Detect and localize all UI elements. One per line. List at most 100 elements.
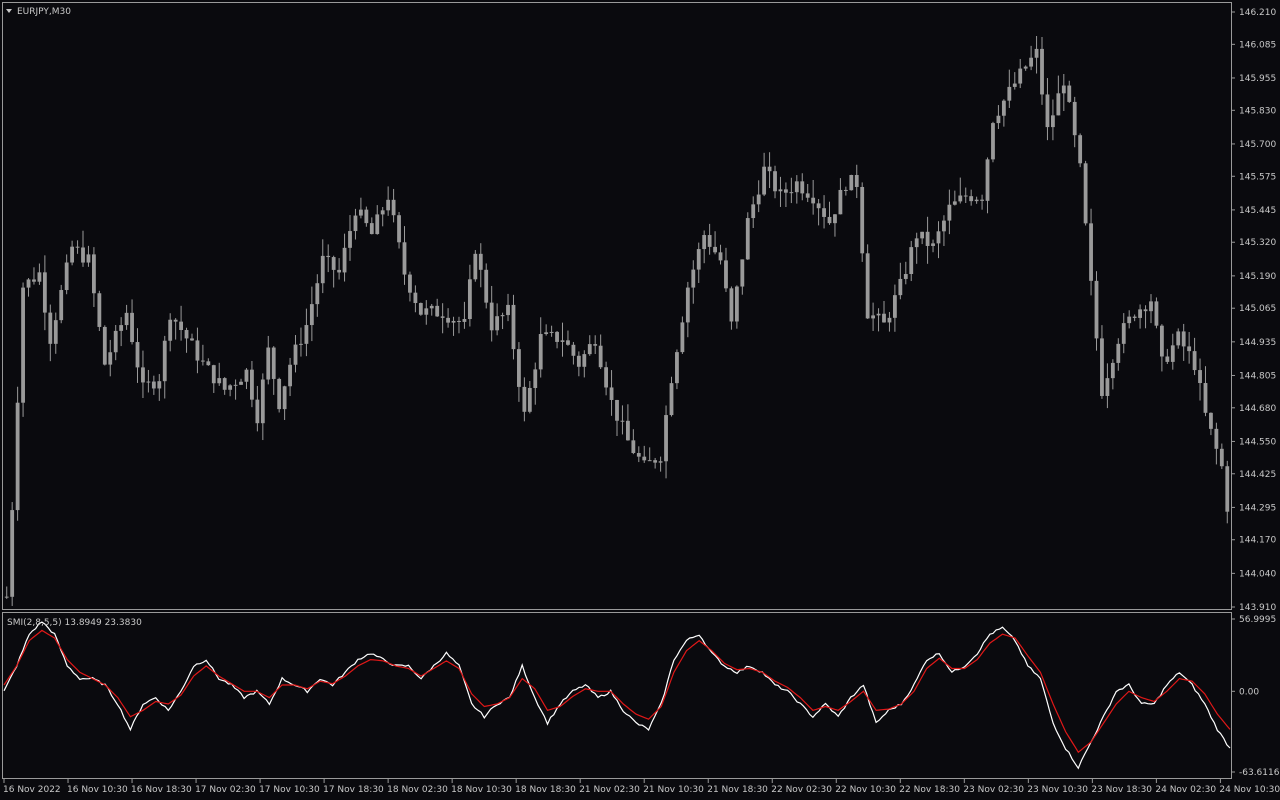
candle-body: [146, 381, 151, 383]
candle-body: [130, 312, 134, 343]
triangle-down-icon[interactable]: [6, 9, 12, 13]
candle-body: [892, 295, 897, 318]
candle-body: [380, 210, 385, 215]
candle-body: [53, 320, 58, 344]
candle-body: [903, 274, 908, 279]
candle-body: [952, 201, 957, 205]
candle-body: [1198, 370, 1202, 384]
candle-body: [151, 381, 156, 389]
candle-body: [587, 344, 592, 355]
candle-body: [1089, 223, 1093, 281]
candle-body: [789, 192, 794, 194]
candle-body: [282, 386, 287, 410]
candle-body: [549, 331, 554, 333]
candle-body: [713, 246, 717, 253]
candle-body: [1078, 135, 1083, 164]
candle-body: [429, 305, 434, 309]
candle-body: [898, 278, 903, 296]
candle-body: [849, 175, 854, 191]
candle-body: [331, 257, 336, 270]
candle-body: [451, 320, 456, 323]
candle-body: [59, 290, 64, 321]
candle-body: [222, 378, 227, 390]
price-tick-label: 145.445: [1239, 206, 1276, 216]
price-tick-label: 144.040: [1239, 569, 1276, 579]
candle-body: [1116, 343, 1121, 363]
candle-body: [495, 316, 500, 331]
candle-body: [517, 349, 521, 387]
time-tick-label: 21 Nov 10:30: [643, 785, 704, 795]
candle-body: [729, 288, 734, 322]
candle-body: [484, 269, 489, 303]
candle-body: [173, 319, 178, 322]
smi-main-line: [3, 621, 1231, 770]
candle-body: [762, 166, 767, 195]
candle-body: [609, 387, 614, 400]
time-tick-label: 18 Nov 10:30: [451, 785, 512, 795]
candle-body: [996, 115, 1001, 124]
candle-body: [500, 315, 505, 317]
candle-body: [1121, 323, 1126, 344]
candle-body: [740, 259, 745, 287]
candle-body: [1061, 85, 1066, 94]
candle-body: [1138, 309, 1143, 318]
candle-body: [920, 231, 925, 239]
candle-body: [293, 344, 298, 365]
candle-body: [838, 189, 843, 215]
candle-body: [239, 381, 243, 385]
candle-body: [304, 325, 309, 344]
candle-body: [200, 360, 205, 362]
chart-canvas[interactable]: 146.210 146.085 145.955 145.830 145.700 145.5…: [0, 0, 1280, 800]
time-tick-label: 23 Nov 10:30: [1027, 785, 1088, 795]
candle-body: [1067, 85, 1072, 102]
smi-tick-label: 0.00: [1239, 687, 1259, 697]
candle-body: [909, 247, 914, 275]
candle-body: [675, 352, 679, 384]
candle-body: [244, 369, 249, 382]
candle-body: [211, 365, 216, 384]
candle-body: [680, 322, 685, 353]
candle-body: [691, 269, 696, 288]
candle-body: [15, 402, 20, 511]
time-tick-label: 24 Nov 02:30: [1155, 785, 1216, 795]
candle-body: [457, 320, 461, 322]
candle-body: [1094, 280, 1099, 339]
candle-body: [980, 199, 984, 201]
candle-body: [113, 330, 118, 353]
candle-body: [734, 286, 739, 322]
candle-body: [309, 304, 314, 326]
candle-body: [37, 272, 42, 282]
candle-body: [620, 420, 625, 422]
candle-body: [1034, 48, 1039, 58]
time-tick-label: 16 Nov 2022: [3, 785, 61, 795]
candle-body: [555, 331, 559, 342]
candle-body: [342, 247, 347, 273]
time-tick-label: 18 Nov 02:30: [387, 785, 448, 795]
candle-body: [119, 325, 124, 331]
candle-body: [75, 246, 80, 248]
candle-body: [1225, 466, 1230, 512]
candle-body: [4, 596, 9, 598]
candle-body: [827, 216, 832, 224]
candle-body: [522, 386, 527, 412]
price-tick-label: 145.955: [1239, 74, 1276, 84]
candle-body: [288, 364, 292, 387]
candle-body: [369, 223, 374, 235]
candle-body: [1219, 448, 1224, 467]
candle-body: [784, 189, 788, 193]
candle-body: [811, 197, 816, 204]
time-tick-label: 21 Nov 18:30: [707, 785, 768, 795]
candle-body: [397, 215, 401, 243]
price-tick-label: 143.910: [1239, 603, 1276, 613]
candle-body: [533, 369, 538, 388]
candle-body: [1187, 346, 1192, 352]
candle-body: [233, 384, 238, 386]
candle-body: [1051, 115, 1055, 128]
candle-body: [162, 340, 167, 382]
candle-body: [653, 460, 658, 463]
candle-body: [625, 420, 630, 441]
candle-body: [255, 399, 260, 424]
candle-body: [299, 343, 303, 345]
candle-body: [936, 231, 941, 244]
time-tick-label: 24 Nov 10:30: [1219, 785, 1280, 795]
